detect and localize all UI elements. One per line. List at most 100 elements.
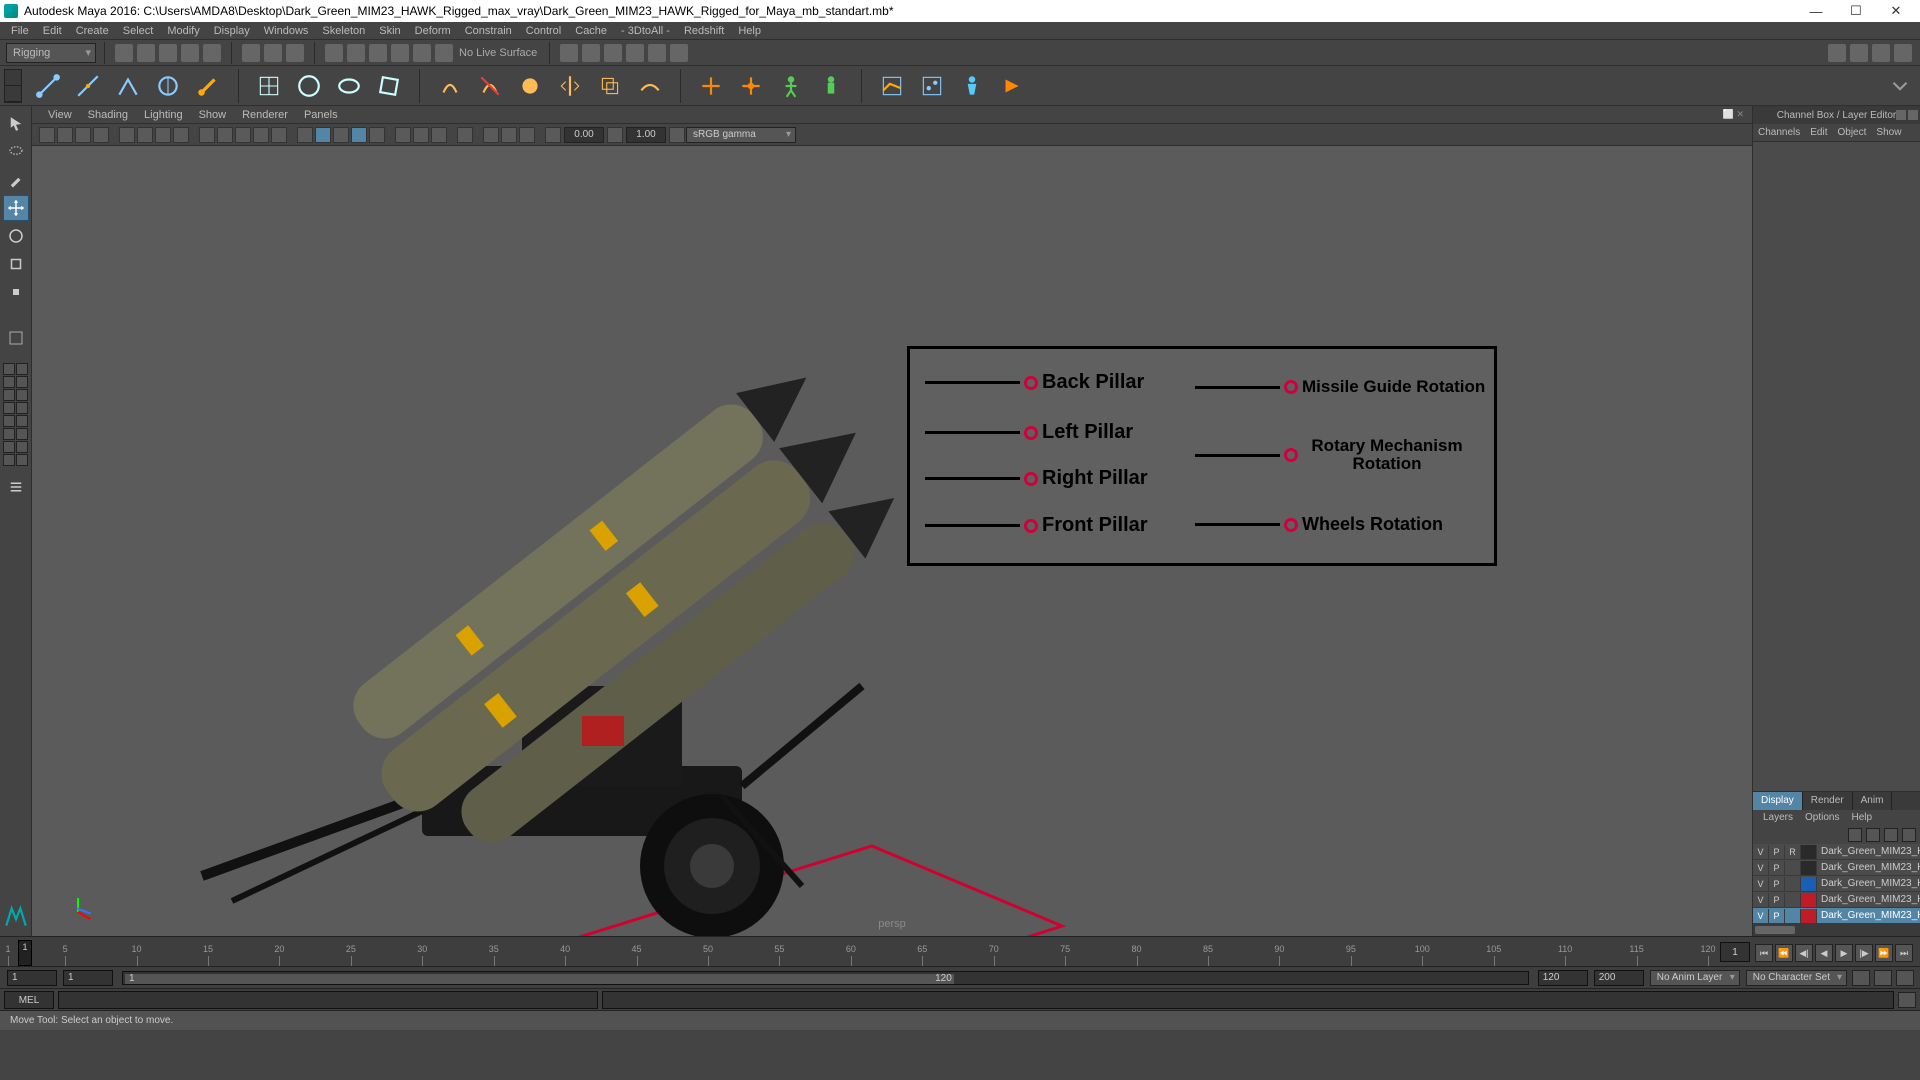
parent-constraint-button[interactable]	[695, 70, 727, 102]
layer-menu-options[interactable]: Options	[1799, 810, 1845, 826]
pt-ex2[interactable]	[483, 127, 499, 143]
layer-row[interactable]: VPR Dark_Green_MIM23_HAWK	[1753, 844, 1920, 860]
lasso-tool[interactable]	[3, 139, 29, 165]
menu-edit[interactable]: Edit	[36, 22, 69, 40]
step-forward-button[interactable]: |▶	[1855, 944, 1873, 962]
control-left-pillar[interactable]	[1024, 426, 1038, 440]
pt-resolution-gate[interactable]	[155, 127, 171, 143]
pt-ex4[interactable]	[519, 127, 535, 143]
layer-tab-anim[interactable]: Anim	[1853, 792, 1893, 810]
set-key-button[interactable]	[1874, 970, 1892, 986]
pt-use-lights[interactable]	[253, 127, 269, 143]
pt-ao[interactable]	[351, 127, 367, 143]
panel-menu-view[interactable]: View	[40, 109, 80, 121]
menu-create[interactable]: Create	[69, 22, 116, 40]
redo-button[interactable]	[203, 44, 221, 62]
shelf-options-button[interactable]	[1884, 70, 1916, 102]
go-to-end-button[interactable]: ⏭	[1895, 944, 1913, 962]
viewport-3d[interactable]: Back Pillar Left Pillar Right Pillar Fro…	[32, 146, 1752, 936]
pt-dof[interactable]	[431, 127, 447, 143]
menu-skin[interactable]: Skin	[372, 22, 407, 40]
mirror-joint-button[interactable]	[112, 70, 144, 102]
ik-handle-button[interactable]	[192, 70, 224, 102]
control-rotary-mechanism-rotation[interactable]	[1284, 448, 1298, 462]
pt-smoothshade[interactable]	[217, 127, 233, 143]
step-back-key-button[interactable]: ⏪	[1775, 944, 1793, 962]
ipr-render-button[interactable]	[582, 44, 600, 62]
menu-set-dropdown[interactable]: Rigging	[6, 43, 96, 63]
pt-lock-camera[interactable]	[57, 127, 73, 143]
open-scene-button[interactable]	[137, 44, 155, 62]
layer-new-empty-icon[interactable]	[1884, 828, 1898, 842]
go-to-start-button[interactable]: ⏮	[1755, 944, 1773, 962]
select-by-object-button[interactable]	[264, 44, 282, 62]
pt-ex3[interactable]	[501, 127, 517, 143]
play-forward-button[interactable]: ▶	[1835, 944, 1853, 962]
menu-file[interactable]: File	[4, 22, 36, 40]
control-front-pillar[interactable]	[1024, 519, 1038, 533]
layer-color-swatch[interactable]	[1801, 877, 1817, 891]
graph-editor-button[interactable]	[916, 70, 948, 102]
shelf-tab-switcher[interactable]	[4, 69, 22, 103]
pt-xray-joints[interactable]	[333, 127, 349, 143]
hypershade-button[interactable]	[648, 44, 666, 62]
layer-row[interactable]: VP Dark_Green_MIM23_H...	[1753, 892, 1920, 908]
single-pane-layout[interactable]	[3, 325, 29, 351]
layout-presets[interactable]	[3, 362, 29, 466]
menu-display[interactable]: Display	[207, 22, 257, 40]
pt-gate-mask[interactable]	[173, 127, 189, 143]
toggle-tool-settings-button[interactable]	[1850, 44, 1868, 62]
snap-live-button[interactable]	[413, 44, 431, 62]
mirror-weights-button[interactable]	[554, 70, 586, 102]
layer-color-swatch[interactable]	[1801, 845, 1817, 859]
pt-textured[interactable]	[235, 127, 251, 143]
script-editor-button[interactable]	[1898, 992, 1916, 1008]
layer-menu-layers[interactable]: Layers	[1757, 810, 1799, 826]
trax-editor-button[interactable]	[996, 70, 1028, 102]
cluster-button[interactable]	[293, 70, 325, 102]
toggle-channel-box-button[interactable]	[1872, 44, 1890, 62]
toggle-attribute-editor-button[interactable]	[1828, 44, 1846, 62]
character-set-dropdown[interactable]: No Character Set	[1746, 970, 1847, 986]
layer-tab-render[interactable]: Render	[1803, 792, 1853, 810]
step-back-button[interactable]: ◀|	[1795, 944, 1813, 962]
pt-colorspace-icon[interactable]	[669, 127, 685, 143]
menu-skeleton[interactable]: Skeleton	[315, 22, 372, 40]
panel-menu-lighting[interactable]: Lighting	[136, 109, 191, 121]
layer-new-selected-icon[interactable]	[1902, 828, 1916, 842]
panel-menu-panels[interactable]: Panels	[296, 109, 346, 121]
orient-joint-button[interactable]	[152, 70, 184, 102]
pt-xray[interactable]	[315, 127, 331, 143]
pt-isolate[interactable]	[297, 127, 313, 143]
auto-key-button[interactable]	[1852, 970, 1870, 986]
new-scene-button[interactable]	[115, 44, 133, 62]
anim-end-field[interactable]	[1594, 970, 1644, 986]
anim-layer-dropdown[interactable]: No Anim Layer	[1650, 970, 1740, 986]
outliner-toggle[interactable]	[3, 474, 29, 500]
layer-horizontal-scrollbar[interactable]	[1753, 924, 1920, 936]
control-right-pillar[interactable]	[1024, 472, 1038, 486]
point-constraint-button[interactable]	[735, 70, 767, 102]
menu-control[interactable]: Control	[519, 22, 568, 40]
toggle-modeling-toolkit-button[interactable]	[1894, 44, 1912, 62]
pt-gamma-icon[interactable]	[607, 127, 623, 143]
window-maximize-button[interactable]: ☐	[1836, 0, 1876, 22]
control-back-pillar[interactable]	[1024, 376, 1038, 390]
cb-menu-edit[interactable]: Edit	[1805, 124, 1832, 141]
anim-prefs-button[interactable]	[1896, 970, 1914, 986]
cb-menu-object[interactable]: Object	[1833, 124, 1872, 141]
panel-close-icon[interactable]	[1908, 110, 1918, 120]
pt-motion-blur[interactable]	[369, 127, 385, 143]
detach-skin-button[interactable]	[474, 70, 506, 102]
current-frame-marker[interactable]: 1	[18, 940, 32, 966]
layer-row[interactable]: VP Dark_Green_MIM23_H...	[1753, 908, 1920, 924]
anim-start-field[interactable]	[7, 970, 57, 986]
wrap-button[interactable]	[373, 70, 405, 102]
snap-grid-button[interactable]	[325, 44, 343, 62]
pt-select-camera[interactable]	[39, 127, 55, 143]
cb-menu-show[interactable]: Show	[1871, 124, 1906, 141]
menu-3dtoall[interactable]: - 3DtoAll -	[614, 22, 677, 40]
layer-row[interactable]: VP Dark_Green_MIM23_H...	[1753, 876, 1920, 892]
render-current-button[interactable]	[560, 44, 578, 62]
rotate-tool[interactable]	[3, 223, 29, 249]
